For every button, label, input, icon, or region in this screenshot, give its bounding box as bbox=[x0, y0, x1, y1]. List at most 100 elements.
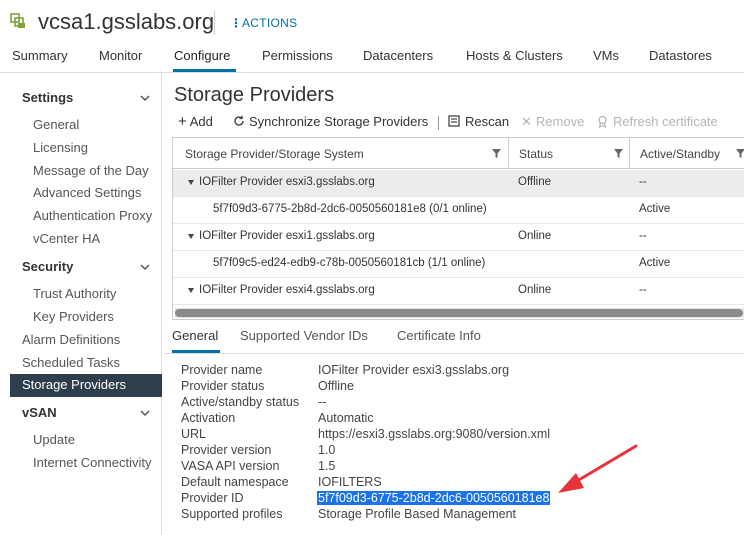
section-title: Storage Providers bbox=[174, 84, 335, 106]
provider-status: Online bbox=[518, 230, 552, 242]
provider-status: Online bbox=[518, 284, 552, 296]
sidebar-item-trust-authority[interactable]: Trust Authority bbox=[33, 286, 116, 301]
sidebar-item-scheduled-tasks[interactable]: Scheduled Tasks bbox=[22, 355, 120, 370]
sidebar-item-motd[interactable]: Message of the Day bbox=[33, 163, 149, 178]
filter-icon[interactable] bbox=[614, 149, 623, 158]
detail-label: Activation bbox=[181, 411, 236, 425]
detail-label: Default namespace bbox=[181, 475, 289, 489]
tab-permissions[interactable]: Permissions bbox=[262, 48, 333, 63]
header: vcsa1.gsslabs.org ⋮ACTIONS bbox=[0, 0, 744, 44]
add-button[interactable]: + Add bbox=[178, 114, 213, 129]
page-title: vcsa1.gsslabs.org bbox=[38, 9, 215, 34]
scrollbar-thumb[interactable] bbox=[175, 309, 743, 317]
grid-header: Storage Provider/Storage System Status A… bbox=[173, 138, 744, 169]
provider-status: Offline bbox=[518, 176, 552, 188]
horizontal-scrollbar[interactable] bbox=[175, 308, 744, 318]
detail-value: IOFilter Provider esxi3.gsslabs.org bbox=[318, 363, 510, 377]
sidebar: Settings General Licensing Message of th… bbox=[0, 73, 162, 535]
sync-icon bbox=[234, 115, 244, 126]
detail-value: Automatic bbox=[318, 411, 374, 425]
detail-label: Supported profiles bbox=[181, 507, 283, 521]
tab-configure[interactable]: Configure bbox=[174, 48, 230, 63]
tab-hosts-clusters[interactable]: Hosts & Clusters bbox=[466, 48, 563, 63]
detail-tabs-divider bbox=[164, 353, 744, 354]
column-header-status[interactable]: Status bbox=[519, 147, 553, 161]
sidebar-item-vcenter-ha[interactable]: vCenter HA bbox=[33, 231, 100, 246]
chevron-down-icon[interactable] bbox=[140, 93, 150, 103]
sidebar-item-key-providers[interactable]: Key Providers bbox=[33, 309, 114, 324]
provider-name: IOFilter Provider esxi1.gsslabs.org bbox=[199, 230, 375, 242]
table-row[interactable]: IOFilter Provider esxi4.gsslabs.org Onli… bbox=[173, 278, 744, 305]
storage-system-standby: Active bbox=[639, 257, 671, 269]
plus-icon: + bbox=[178, 113, 187, 130]
detail-label: URL bbox=[181, 427, 207, 441]
collapse-caret-icon[interactable] bbox=[188, 288, 194, 293]
detail-value: IOFILTERS bbox=[318, 475, 382, 489]
refresh-certificate-button[interactable]: Refresh certificate bbox=[596, 114, 718, 129]
sidebar-item-internet-connectivity[interactable]: Internet Connectivity bbox=[33, 455, 152, 470]
sidebar-section-vsan[interactable]: vSAN bbox=[22, 405, 57, 420]
detail-label: VASA API version bbox=[181, 459, 280, 473]
table-row[interactable]: 5f7f09d3-6775-2b8d-2dc6-0050560181e8 (0/… bbox=[173, 197, 744, 224]
chevron-down-icon[interactable] bbox=[140, 262, 150, 272]
table-row[interactable]: IOFilter Provider esxi1.gsslabs.org Onli… bbox=[173, 224, 744, 251]
providers-grid: Storage Provider/Storage System Status A… bbox=[172, 137, 744, 320]
chevron-down-icon[interactable] bbox=[140, 408, 150, 418]
table-row[interactable]: 5f7f09c5-ed24-edb9-c78b-0050560181cb (1/… bbox=[173, 251, 744, 278]
storage-system-name: 5f7f09d3-6775-2b8d-2dc6-0050560181e8 (0/… bbox=[213, 203, 487, 215]
detail-value: Storage Profile Based Management bbox=[318, 507, 517, 521]
detail-value: 1.0 bbox=[318, 443, 336, 457]
actions-label: ACTIONS bbox=[242, 16, 298, 30]
sidebar-item-licensing[interactable]: Licensing bbox=[33, 140, 88, 155]
column-header-provider[interactable]: Storage Provider/Storage System bbox=[185, 147, 364, 161]
toolbar: + Add Synchronize Storage Providers Resca… bbox=[174, 114, 744, 132]
provider-id-value-selected[interactable]: 5f7f09d3-6775-2b8d-2dc6-0050560181e8 bbox=[317, 491, 551, 505]
kebab-icon: ⋮ bbox=[230, 16, 243, 30]
tab-datacenters[interactable]: Datacenters bbox=[363, 48, 433, 63]
close-icon: ✕ bbox=[521, 114, 532, 129]
rescan-label: Rescan bbox=[465, 114, 510, 129]
vcenter-icon bbox=[10, 13, 25, 28]
header-divider bbox=[214, 11, 215, 35]
remove-button[interactable]: ✕ Remove bbox=[521, 114, 584, 130]
filter-icon[interactable] bbox=[736, 149, 744, 158]
table-row[interactable]: IOFilter Provider esxi3.gsslabs.org Offl… bbox=[173, 170, 744, 197]
filter-icon[interactable] bbox=[492, 149, 501, 158]
column-divider[interactable] bbox=[508, 138, 509, 169]
sidebar-item-general[interactable]: General bbox=[33, 117, 79, 132]
sync-label: Synchronize Storage Providers bbox=[249, 114, 429, 129]
detail-value: -- bbox=[318, 395, 327, 409]
tab-summary[interactable]: Summary bbox=[12, 48, 68, 63]
rescan-button[interactable]: Rescan bbox=[448, 114, 509, 129]
sidebar-section-settings[interactable]: Settings bbox=[22, 90, 73, 105]
column-header-active-standby[interactable]: Active/Standby bbox=[640, 147, 720, 161]
sidebar-item-advanced-settings[interactable]: Advanced Settings bbox=[33, 185, 141, 200]
tab-general[interactable]: General bbox=[172, 328, 218, 343]
sidebar-section-security[interactable]: Security bbox=[22, 259, 73, 274]
collapse-caret-icon[interactable] bbox=[188, 180, 194, 185]
storage-system-standby: Active bbox=[639, 203, 671, 215]
add-label: Add bbox=[189, 114, 213, 129]
detail-label: Provider status bbox=[181, 379, 265, 393]
tab-certificate-info[interactable]: Certificate Info bbox=[397, 328, 481, 343]
remove-label: Remove bbox=[535, 114, 585, 129]
tab-vms[interactable]: VMs bbox=[593, 48, 619, 63]
tab-datastores[interactable]: Datastores bbox=[649, 48, 712, 63]
sidebar-item-update[interactable]: Update bbox=[33, 432, 75, 447]
column-divider[interactable] bbox=[629, 138, 630, 169]
tab-supported-vendor-ids[interactable]: Supported Vendor IDs bbox=[240, 328, 368, 343]
provider-name: IOFilter Provider esxi3.gsslabs.org bbox=[199, 176, 375, 188]
toolbar-divider bbox=[438, 116, 439, 130]
sidebar-item-auth-proxy[interactable]: Authentication Proxy bbox=[33, 208, 152, 223]
refresh-label: Refresh certificate bbox=[613, 114, 718, 129]
detail-value: https://esxi3.gsslabs.org:9080/version.x… bbox=[318, 427, 551, 441]
tab-monitor[interactable]: Monitor bbox=[99, 48, 142, 63]
actions-button[interactable]: ⋮ACTIONS bbox=[230, 16, 297, 30]
sidebar-item-storage-providers[interactable]: Storage Providers bbox=[22, 377, 126, 392]
collapse-caret-icon[interactable] bbox=[188, 234, 194, 239]
detail-label: Provider version bbox=[181, 443, 272, 457]
provider-standby: -- bbox=[639, 176, 647, 188]
synchronize-button[interactable]: Synchronize Storage Providers bbox=[233, 114, 428, 129]
provider-standby: -- bbox=[639, 284, 647, 296]
sidebar-item-alarm-definitions[interactable]: Alarm Definitions bbox=[22, 332, 120, 347]
